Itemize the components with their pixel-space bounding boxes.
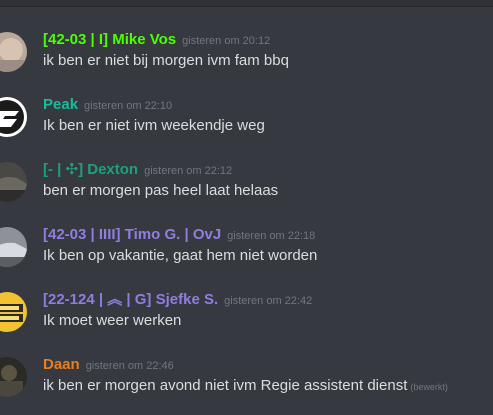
edited-label: (bewerkt)	[410, 382, 448, 392]
username[interactable]: [- | ✣] Dexton	[43, 161, 138, 178]
yellow-logo-avatar-icon	[0, 292, 27, 332]
user-avatar[interactable]	[0, 32, 27, 72]
car-photo-avatar-icon	[0, 227, 27, 267]
timestamp: gisteren om 20:12	[182, 35, 271, 47]
message-item: [42-03 | IIII] Timo G. | OvJ gisteren om …	[0, 225, 493, 281]
message-header: [42-03 | IIII] Timo G. | OvJ gisteren om …	[43, 225, 315, 246]
message-item: [42-03 | I] Mike Vos gisteren om 20:12 ik…	[0, 30, 493, 86]
user-avatar[interactable]	[0, 292, 27, 332]
photo-avatar-icon	[0, 357, 27, 397]
message-header: Daan gisteren om 22:46	[43, 355, 174, 376]
username[interactable]: Peak	[43, 96, 78, 113]
message-item: Peak gisteren om 22:10 Ik ben er niet ivm…	[0, 95, 493, 151]
message-item: [- | ✣] Dexton gisteren om 22:12 ben er m…	[0, 160, 493, 216]
message-header: [22-124 | ︽ | G] Sjefke S. gisteren om 22…	[43, 290, 312, 311]
timestamp: gisteren om 22:46	[85, 360, 174, 372]
message-content: Ik ben er niet ivm weekendje weg	[43, 117, 265, 134]
message-content: ik ben er morgen avond niet ivm Regie as…	[43, 376, 448, 397]
message-header: [42-03 | I] Mike Vos gisteren om 20:12	[43, 30, 270, 51]
message-content: Ik moet weer werken	[43, 312, 182, 329]
user-avatar[interactable]	[0, 97, 27, 137]
message-content: Ik ben op vakantie, gaat hem niet worden	[43, 247, 318, 264]
username[interactable]: Daan	[43, 356, 80, 373]
username[interactable]: [22-124 | ︽ | G] Sjefke S.	[43, 291, 218, 308]
timestamp: gisteren om 22:18	[227, 230, 316, 242]
message-header: [- | ✣] Dexton gisteren om 22:12	[43, 160, 232, 181]
car-photo-avatar-icon	[0, 162, 27, 202]
face-photo-avatar-icon	[0, 32, 27, 72]
message-content: ben er morgen pas heel laat helaas	[43, 182, 279, 199]
logo-avatar-icon	[0, 97, 27, 137]
message-text: ik ben er morgen avond niet ivm Regie as…	[43, 377, 408, 394]
timestamp: gisteren om 22:10	[84, 100, 173, 112]
timestamp: gisteren om 22:42	[224, 295, 313, 307]
message-content: ik ben er niet bij morgen ivm fam bbq	[43, 52, 289, 69]
message-item: [22-124 | ︽ | G] Sjefke S. gisteren om 22…	[0, 290, 493, 346]
username[interactable]: [42-03 | IIII] Timo G. | OvJ	[43, 226, 221, 243]
user-avatar[interactable]	[0, 162, 27, 202]
username[interactable]: [42-03 | I] Mike Vos	[43, 31, 176, 48]
user-avatar[interactable]	[0, 357, 27, 397]
user-avatar[interactable]	[0, 227, 27, 267]
message-list: [42-03 | I] Mike Vos gisteren om 20:12 ik…	[0, 0, 493, 415]
timestamp: gisteren om 22:12	[144, 165, 233, 177]
message-header: Peak gisteren om 22:10	[43, 95, 172, 116]
message-item: Daan gisteren om 22:46 ik ben er morgen a…	[0, 355, 493, 411]
